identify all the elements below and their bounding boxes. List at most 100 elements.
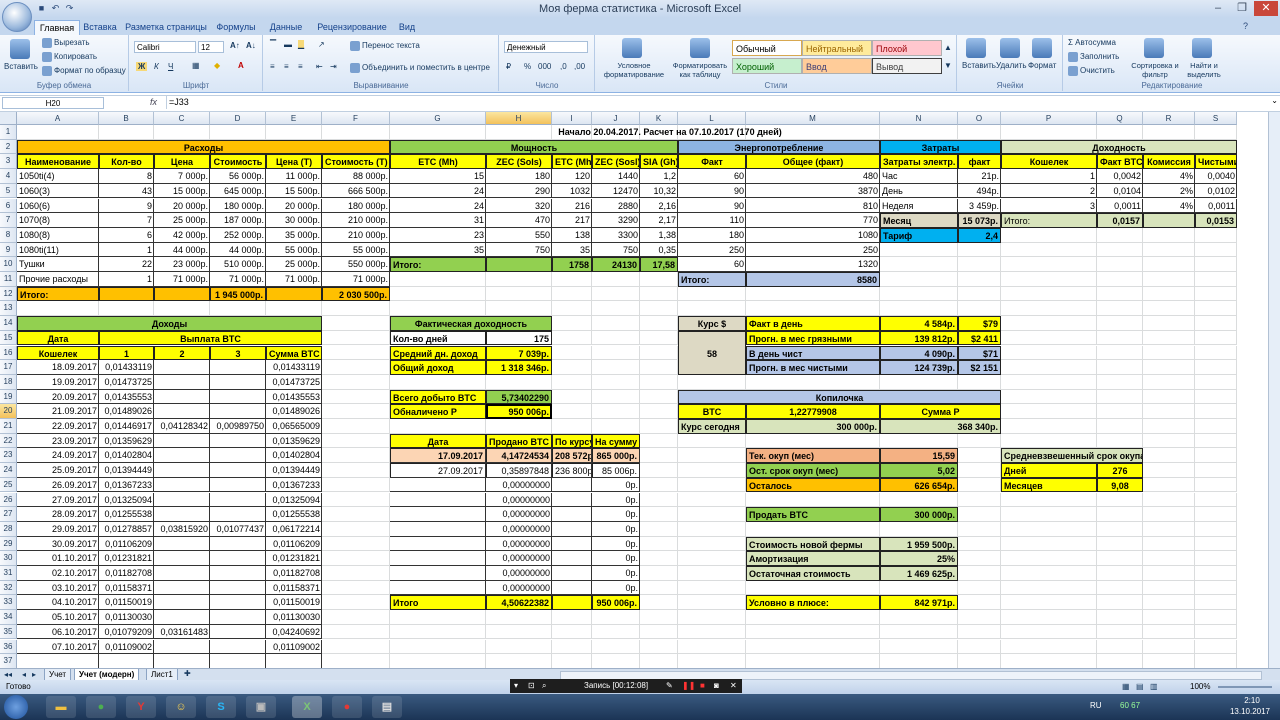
grid-cell[interactable] <box>1097 566 1143 581</box>
grid-cell[interactable] <box>746 580 880 596</box>
grid-cell[interactable] <box>1001 419 1097 434</box>
grid-cell[interactable] <box>1195 345 1237 361</box>
cell-o14[interactable]: $79 <box>958 316 1001 331</box>
grid-cell[interactable] <box>486 286 552 302</box>
grid-cell[interactable] <box>880 433 958 449</box>
grid-cell[interactable] <box>1195 360 1237 375</box>
grid-cell[interactable] <box>1143 521 1195 537</box>
grid-cell[interactable] <box>640 536 678 552</box>
grid-cell[interactable] <box>880 624 958 640</box>
grid-cell[interactable] <box>678 551 746 566</box>
grid-cell[interactable] <box>322 477 390 493</box>
format-cells-icon[interactable] <box>1032 38 1052 58</box>
grid-cell[interactable] <box>1097 404 1143 419</box>
cell-g33[interactable]: Итого <box>390 595 486 611</box>
row-header[interactable]: 11 <box>0 272 17 287</box>
currency-icon[interactable]: ₽ <box>506 62 511 71</box>
cell-d16[interactable]: 3 <box>210 345 266 361</box>
zoom-slider[interactable] <box>1218 686 1272 688</box>
grid-cell[interactable] <box>1195 330 1237 346</box>
column-header[interactable]: Q <box>1097 112 1143 125</box>
grid-cell[interactable] <box>678 639 746 655</box>
grid-cell[interactable] <box>1195 624 1237 640</box>
tab-page-layout[interactable]: Разметка страницы <box>124 20 208 35</box>
grid-cell[interactable] <box>17 301 99 317</box>
grid-cell[interactable] <box>1195 521 1237 537</box>
grid-cell[interactable] <box>210 301 266 317</box>
office-button[interactable] <box>2 2 32 32</box>
shrink-font-icon[interactable]: A↓ <box>246 41 256 50</box>
grid-cell[interactable] <box>1001 374 1097 390</box>
grid-cell[interactable] <box>1195 316 1237 331</box>
taskbar-yandex-icon[interactable]: Y <box>126 696 156 718</box>
grid-cell[interactable] <box>1097 301 1143 317</box>
grid-cell[interactable] <box>640 639 678 655</box>
font-size-select[interactable]: 12 <box>198 41 224 53</box>
cell-d3[interactable]: Стоимость <box>210 154 266 170</box>
grid-cell[interactable] <box>1195 286 1237 302</box>
row-header[interactable]: 15 <box>0 330 17 346</box>
cell-a14[interactable]: Доходы <box>17 316 322 331</box>
grid-cell[interactable] <box>1195 433 1237 449</box>
row-header[interactable]: 35 <box>0 624 17 640</box>
cell-h33[interactable]: 4,50622382 <box>486 595 552 611</box>
grid-cell[interactable] <box>678 507 746 522</box>
cell-n17[interactable]: 124 739р. <box>880 360 958 375</box>
row-header[interactable]: 7 <box>0 213 17 228</box>
align-right-icon[interactable]: ≡ <box>298 62 303 71</box>
cell-m16[interactable]: В день чист <box>746 345 880 361</box>
cell-n16[interactable]: 4 090р. <box>880 345 958 361</box>
grid-cell[interactable] <box>486 301 552 317</box>
grid-cell[interactable] <box>958 125 1001 140</box>
tab-insert[interactable]: Вставка <box>80 20 120 35</box>
taskbar-chrome-icon[interactable]: ● <box>86 696 116 718</box>
grid-cell[interactable] <box>1097 389 1143 405</box>
cell-a3[interactable]: Наименование <box>17 154 99 170</box>
taskbar-explorer-icon[interactable]: ▬ <box>46 696 76 718</box>
grid-cell[interactable] <box>678 654 746 668</box>
find-select-icon[interactable] <box>1192 38 1212 58</box>
grid-cell[interactable] <box>678 521 746 537</box>
grid-cell[interactable] <box>958 639 1001 655</box>
grid-cell[interactable] <box>154 301 210 317</box>
grid-cell[interactable] <box>1143 477 1195 493</box>
grid-cell[interactable] <box>1097 345 1143 361</box>
grid-cell[interactable] <box>592 419 640 434</box>
grid-cell[interactable] <box>17 125 99 140</box>
grid-cell[interactable] <box>1097 624 1143 640</box>
grid-cell[interactable] <box>678 492 746 508</box>
grid-cell[interactable] <box>1143 389 1195 405</box>
column-header[interactable]: K <box>640 112 678 125</box>
cell-n27[interactable]: 300 000р. <box>880 507 958 522</box>
start-button-icon[interactable] <box>4 695 28 719</box>
comma-icon[interactable]: 000 <box>538 62 551 71</box>
cell-l2[interactable]: Энергопотребление <box>678 139 880 155</box>
grid-cell[interactable] <box>678 595 746 611</box>
cell-e16[interactable]: Сумма BTC <box>266 345 322 361</box>
grid-cell[interactable] <box>390 610 486 625</box>
cell-g3[interactable]: ETC (Mh) <box>390 154 486 170</box>
cell-h19[interactable]: 5,73402290 <box>486 389 552 405</box>
font-color-icon[interactable]: A <box>238 61 244 70</box>
grid-cell[interactable] <box>958 595 1001 611</box>
grid-cell[interactable] <box>592 360 640 375</box>
grid-cell[interactable] <box>99 125 154 140</box>
cell-n7[interactable]: Месяц <box>880 213 958 228</box>
grid-cell[interactable] <box>390 374 486 390</box>
grid-cell[interactable] <box>552 286 592 302</box>
grid-cell[interactable] <box>1097 419 1143 434</box>
grid-cell[interactable] <box>640 330 678 346</box>
grid-cell[interactable] <box>1195 551 1237 566</box>
grid-cell[interactable] <box>322 374 390 390</box>
row-header[interactable]: 30 <box>0 551 17 566</box>
grid-cell[interactable] <box>958 624 1001 640</box>
cell-e12[interactable] <box>266 286 322 302</box>
grid-cell[interactable] <box>678 433 746 449</box>
cell-n30[interactable]: 25% <box>880 551 958 566</box>
grid-cell[interactable] <box>1143 448 1195 464</box>
cell-q24[interactable]: 276 <box>1097 463 1143 478</box>
grid-cell[interactable] <box>1001 433 1097 449</box>
cell-g22[interactable]: Дата <box>390 433 486 449</box>
grid-cell[interactable] <box>592 330 640 346</box>
tab-home[interactable]: Главная <box>34 20 80 36</box>
